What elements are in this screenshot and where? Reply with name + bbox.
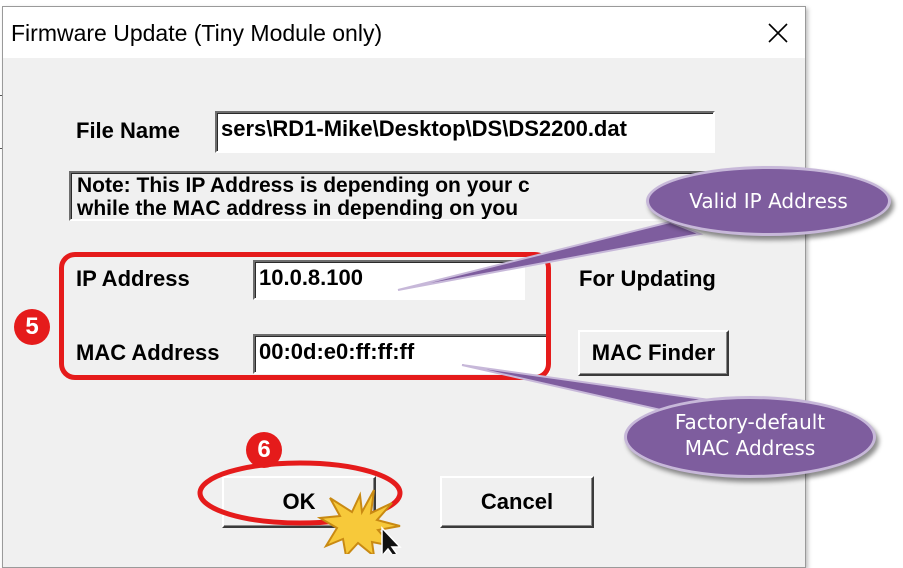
close-button[interactable] [755, 13, 799, 51]
ok-button[interactable]: OK [222, 476, 376, 528]
dialog-title: Firmware Update (Tiny Module only) [11, 20, 383, 46]
callout-factory-mac-line-1: Factory-default [674, 410, 826, 434]
step-6-badge: 6 [246, 432, 282, 468]
for-updating-label: For Updating [579, 266, 716, 291]
highlight-frame-ip-mac [59, 252, 551, 380]
callout-valid-ip-text: Valid IP Address [689, 189, 848, 213]
step-5-badge: 5 [14, 309, 50, 345]
title-bar: Firmware Update (Tiny Module only) [3, 7, 805, 58]
cancel-button[interactable]: Cancel [440, 476, 594, 528]
note-box: Note: This IP Address is depending on yo… [69, 171, 716, 221]
callout-factory-mac-line-2: MAC Address [684, 436, 816, 460]
file-name-label: File Name [76, 118, 180, 143]
background-right-area [824, 0, 903, 554]
callout-valid-ip: Valid IP Address [646, 166, 891, 236]
note-line-2: while the MAC address in depending on yo… [77, 197, 519, 220]
close-icon [768, 23, 788, 43]
file-name-field[interactable]: sers\RD1-Mike\Desktop\DS\DS2200.dat [215, 111, 715, 153]
callout-factory-mac: Factory-default MAC Address [624, 396, 876, 478]
mac-finder-button[interactable]: MAC Finder [578, 330, 729, 376]
note-line-1: Note: This IP Address is depending on yo… [77, 174, 530, 197]
